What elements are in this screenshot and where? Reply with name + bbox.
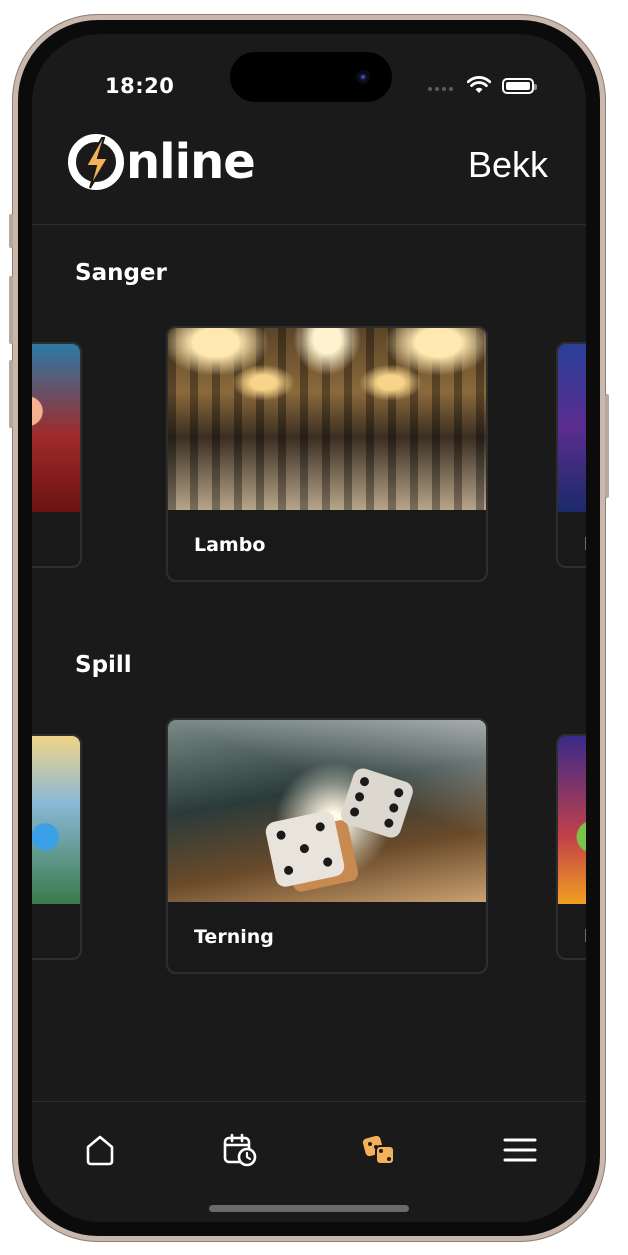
game-card-label: Terning [194, 926, 274, 948]
home-icon [86, 1135, 114, 1166]
die-front [263, 809, 347, 889]
phone-frame: 18:20 nline Bekk Sanger Lambo Spill Tern… [9, 14, 609, 1242]
song-card-next[interactable]: Nu [556, 342, 586, 568]
song-card-prev[interactable] [32, 342, 82, 568]
song-card-label: Nu [584, 534, 586, 555]
app-header: nline Bekk [32, 114, 586, 225]
game-card-prev[interactable] [32, 734, 82, 960]
die-back [338, 765, 416, 841]
game-card-image [168, 720, 486, 902]
app-screen: 18:20 nline Bekk Sanger Lambo Spill Tern… [32, 34, 586, 1222]
status-bar: 18:20 [32, 34, 586, 114]
song-card-image [168, 328, 486, 510]
game-card-label: Hu [584, 926, 586, 947]
mute-switch [9, 214, 13, 248]
home-indicator[interactable] [209, 1205, 409, 1212]
cellular-signal-icon [428, 87, 453, 91]
tab-events[interactable] [218, 1128, 262, 1172]
logo-text: nline [126, 134, 256, 190]
phone-bezel: 18:20 nline Bekk Sanger Lambo Spill Tern… [18, 20, 600, 1236]
online-logo[interactable]: nline [68, 134, 256, 190]
game-card-image [558, 736, 586, 904]
volume-up-button [9, 276, 13, 344]
song-card-label: Lambo [194, 534, 266, 556]
lightning-bolt-icon [84, 137, 110, 189]
organization-label[interactable]: Bekk [468, 144, 548, 186]
battery-icon [502, 78, 537, 94]
game-card-image [32, 736, 80, 904]
game-card-terning[interactable]: Terning [166, 718, 488, 974]
bottom-tab-bar [32, 1101, 586, 1222]
section-title-spill: Spill [75, 652, 132, 678]
volume-down-button [9, 360, 13, 428]
tab-menu[interactable] [498, 1128, 542, 1172]
power-button [605, 394, 609, 498]
status-time: 18:20 [105, 74, 175, 98]
dynamic-island [230, 52, 392, 102]
front-camera [356, 70, 370, 84]
game-card-next[interactable]: Hu [556, 734, 586, 960]
menu-icon [503, 1138, 537, 1162]
logo-lightning-o [68, 134, 124, 190]
tab-games[interactable] [358, 1128, 402, 1172]
song-card-lambo[interactable]: Lambo [166, 326, 488, 582]
dice-icon [362, 1135, 395, 1165]
section-title-sanger: Sanger [75, 260, 167, 286]
song-card-image [558, 344, 586, 512]
tab-home[interactable] [78, 1128, 122, 1172]
wifi-icon [467, 76, 491, 93]
calendar-clock-icon [223, 1133, 257, 1167]
song-card-image [32, 344, 80, 512]
